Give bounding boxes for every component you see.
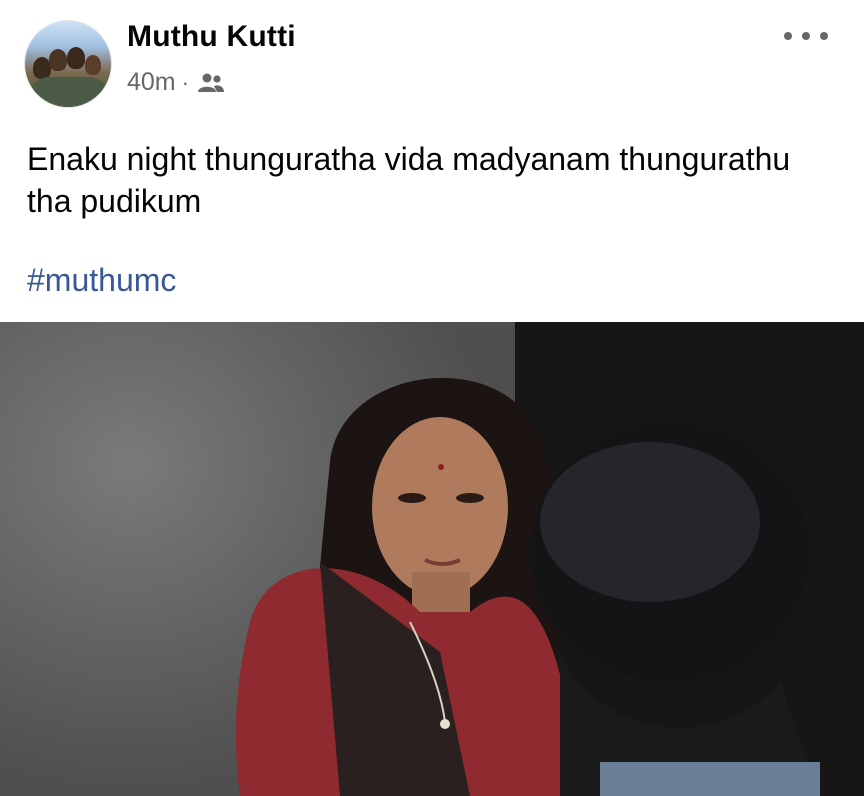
author-name[interactable]: Muthu Kutti <box>127 20 296 54</box>
post-time[interactable]: 40m <box>127 68 176 97</box>
meta-separator: · <box>181 69 189 95</box>
hashtag-link[interactable]: #muthumc <box>27 262 176 299</box>
friends-icon[interactable] <box>197 72 225 94</box>
more-options-icon[interactable] <box>784 22 828 50</box>
author-avatar[interactable] <box>24 20 112 108</box>
feed-post: Muthu Kutti 40m · Enaku night thungurath… <box>0 0 864 796</box>
post-text: Enaku night thunguratha vida madyanam th… <box>27 141 791 219</box>
post-meta: 40m · <box>127 68 225 97</box>
post-photo[interactable] <box>0 322 864 796</box>
